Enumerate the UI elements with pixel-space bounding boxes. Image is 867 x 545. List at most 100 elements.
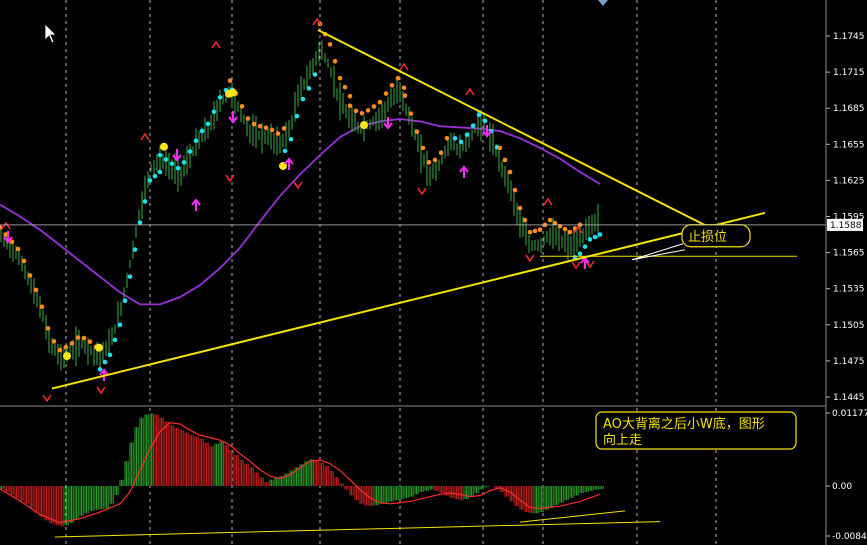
indicator-dot	[33, 287, 39, 293]
current-price-label: 1.1588	[830, 221, 862, 231]
indicator-dot	[497, 145, 503, 151]
indicator-dot	[426, 160, 432, 165]
indicator-dot	[69, 341, 75, 346]
indicator-dot	[577, 251, 583, 257]
price-tick-label: 1.1475	[833, 357, 865, 367]
indicator-dot	[87, 339, 93, 344]
indicator-dot	[163, 157, 169, 162]
indicator-dot	[452, 135, 458, 141]
price-tick-label: 1.1625	[833, 176, 865, 186]
price-tick-label: 1.1655	[833, 140, 865, 150]
ao-annotation: AO大背离之后小W底，图形向上走	[595, 411, 797, 450]
signal-dot	[95, 343, 103, 352]
indicator-dot	[263, 125, 269, 130]
indicator-dot	[300, 96, 306, 102]
stop-loss-label: 止损位	[688, 230, 727, 245]
indicator-dot	[353, 108, 359, 114]
indicator-dot	[205, 121, 211, 127]
signal-dot	[63, 352, 71, 361]
indicator-dot	[567, 229, 573, 235]
indicator-dot	[377, 99, 383, 105]
indicator-dot	[288, 136, 294, 142]
indicator-dot	[414, 129, 420, 134]
indicator-dot	[507, 169, 513, 175]
ao-tick-label: -0.00843	[832, 532, 867, 542]
indicator-dot	[102, 359, 108, 365]
indicator-dot	[282, 148, 288, 154]
indicator-dot	[281, 126, 287, 131]
indicator-dot	[122, 298, 128, 304]
indicator-dot	[275, 131, 281, 136]
indicator-dot	[97, 367, 103, 372]
indicator-dot	[342, 84, 348, 90]
signal-dot	[360, 121, 368, 130]
indicator-dot	[147, 178, 153, 183]
indicator-dot	[332, 58, 338, 64]
indicator-dot	[402, 93, 408, 98]
indicator-dot	[347, 93, 353, 99]
indicator-dot	[582, 244, 588, 249]
indicator-dot	[294, 113, 300, 119]
indicator-dot	[211, 109, 217, 115]
indicator-dot	[142, 199, 148, 204]
indicator-dot	[470, 123, 476, 128]
indicator-dot	[152, 173, 158, 179]
indicator-dot	[517, 205, 523, 211]
indicator-dot	[193, 138, 199, 143]
indicator-dot	[117, 322, 123, 328]
indicator-dot	[63, 344, 69, 350]
divergence-note-line2: 向上走	[603, 432, 642, 448]
indicator-dot	[365, 108, 371, 113]
price-tick-label: 1.1745	[833, 32, 865, 42]
indicator-dot	[75, 335, 81, 340]
forex-chart: 止损位 1.17451.17151.16851.16551.16251.1595…	[0, 0, 867, 545]
indicator-dot	[112, 337, 118, 343]
indicator-dot	[337, 75, 343, 81]
indicator-dot	[327, 42, 333, 47]
price-tick-label: 1.1565	[833, 249, 865, 259]
indicator-dot	[347, 103, 353, 109]
indicator-dot	[199, 128, 205, 134]
indicator-dot	[432, 157, 438, 163]
indicator-dot	[458, 139, 464, 145]
indicator-dot	[547, 217, 553, 223]
indicator-dot	[15, 246, 21, 252]
indicator-dot	[464, 132, 470, 137]
indicator-dot	[438, 150, 444, 156]
price-tick-label: 1.1505	[833, 321, 865, 331]
price-tick-label: 1.1715	[833, 68, 865, 78]
price-tick-label: 1.1445	[833, 393, 865, 403]
indicator-dot	[21, 258, 27, 264]
indicator-dot	[132, 247, 138, 252]
signal-dot	[229, 88, 237, 97]
indicator-dot	[257, 123, 263, 129]
indicator-dot	[532, 228, 538, 234]
indicator-dot	[522, 217, 528, 223]
indicator-dot	[187, 149, 193, 154]
indicator-dot	[57, 347, 63, 353]
indicator-dot	[401, 85, 407, 91]
indicator-dot	[444, 135, 450, 141]
indicator-dot	[359, 110, 365, 116]
indicator-dot	[312, 72, 318, 77]
indicator-dot	[227, 78, 233, 83]
price-tick-label: 1.1535	[833, 285, 865, 295]
indicator-dot	[408, 111, 414, 116]
ao-tick-label: 0.01177	[832, 409, 867, 419]
indicator-dot	[527, 229, 533, 235]
indicator-dot	[127, 274, 133, 279]
price-tick-label: 1.1685	[833, 104, 865, 114]
indicator-dot	[306, 86, 312, 91]
indicator-dot	[251, 121, 257, 127]
indicator-dot	[562, 226, 568, 232]
indicator-dot	[45, 326, 51, 331]
indicator-dot	[157, 169, 163, 175]
indicator-dot	[107, 352, 113, 358]
indicator-dot	[169, 161, 175, 167]
signal-dot	[160, 142, 168, 151]
ao-tick-label: 0.00	[832, 482, 852, 492]
indicator-dot	[502, 157, 508, 163]
indicator-dot	[537, 227, 543, 233]
indicator-dot	[395, 75, 401, 81]
indicator-dot	[217, 95, 223, 100]
